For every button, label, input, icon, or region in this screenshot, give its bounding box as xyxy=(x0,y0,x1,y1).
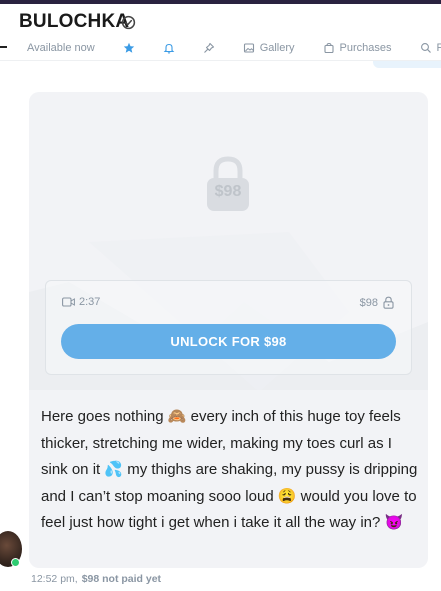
video-duration: 2:37 xyxy=(62,296,100,308)
gallery-label: Gallery xyxy=(259,42,295,54)
purchases-button[interactable]: Purchases xyxy=(323,42,392,54)
lock-icon xyxy=(383,296,394,309)
pin-button[interactable] xyxy=(203,42,215,54)
price-text: $98 xyxy=(359,296,378,309)
pin-icon xyxy=(203,42,214,53)
duration-text: 2:37 xyxy=(79,296,101,308)
online-indicator xyxy=(11,558,20,567)
message-meta: 12:52 pm, $98 not paid yet xyxy=(31,573,161,585)
search-icon xyxy=(420,43,431,53)
message-time: 12:52 pm, xyxy=(31,573,78,585)
search-button[interactable]: F xyxy=(420,42,441,54)
check-circle-icon xyxy=(121,15,136,30)
lock-price: $98 xyxy=(214,183,242,200)
video-icon xyxy=(62,297,75,307)
bag-icon xyxy=(323,42,334,54)
unlock-button[interactable]: UNLOCK FOR $98 xyxy=(61,324,396,359)
gallery-button[interactable]: Gallery xyxy=(243,42,295,54)
favorite-button[interactable] xyxy=(123,42,135,54)
status-text: Available now xyxy=(27,42,95,54)
toolbar: Available now Gallery Purchases F xyxy=(0,38,441,58)
message-text: Here goes nothing 🙈 every inch of this h… xyxy=(41,408,418,531)
image-icon xyxy=(243,43,254,53)
payment-status: $98 not paid yet xyxy=(81,573,162,585)
media-price: $98 xyxy=(360,296,394,309)
purchases-label: Purchases xyxy=(339,42,392,54)
bell-icon xyxy=(163,43,175,54)
chat-header: BULOCHKA Available now Gallery Purchases xyxy=(0,4,441,62)
chat-title[interactable]: BULOCHKA xyxy=(19,11,129,33)
star-icon xyxy=(123,42,134,53)
notifications-button[interactable] xyxy=(163,42,175,54)
search-label: F xyxy=(436,42,441,54)
previous-message-bubble xyxy=(373,61,441,68)
